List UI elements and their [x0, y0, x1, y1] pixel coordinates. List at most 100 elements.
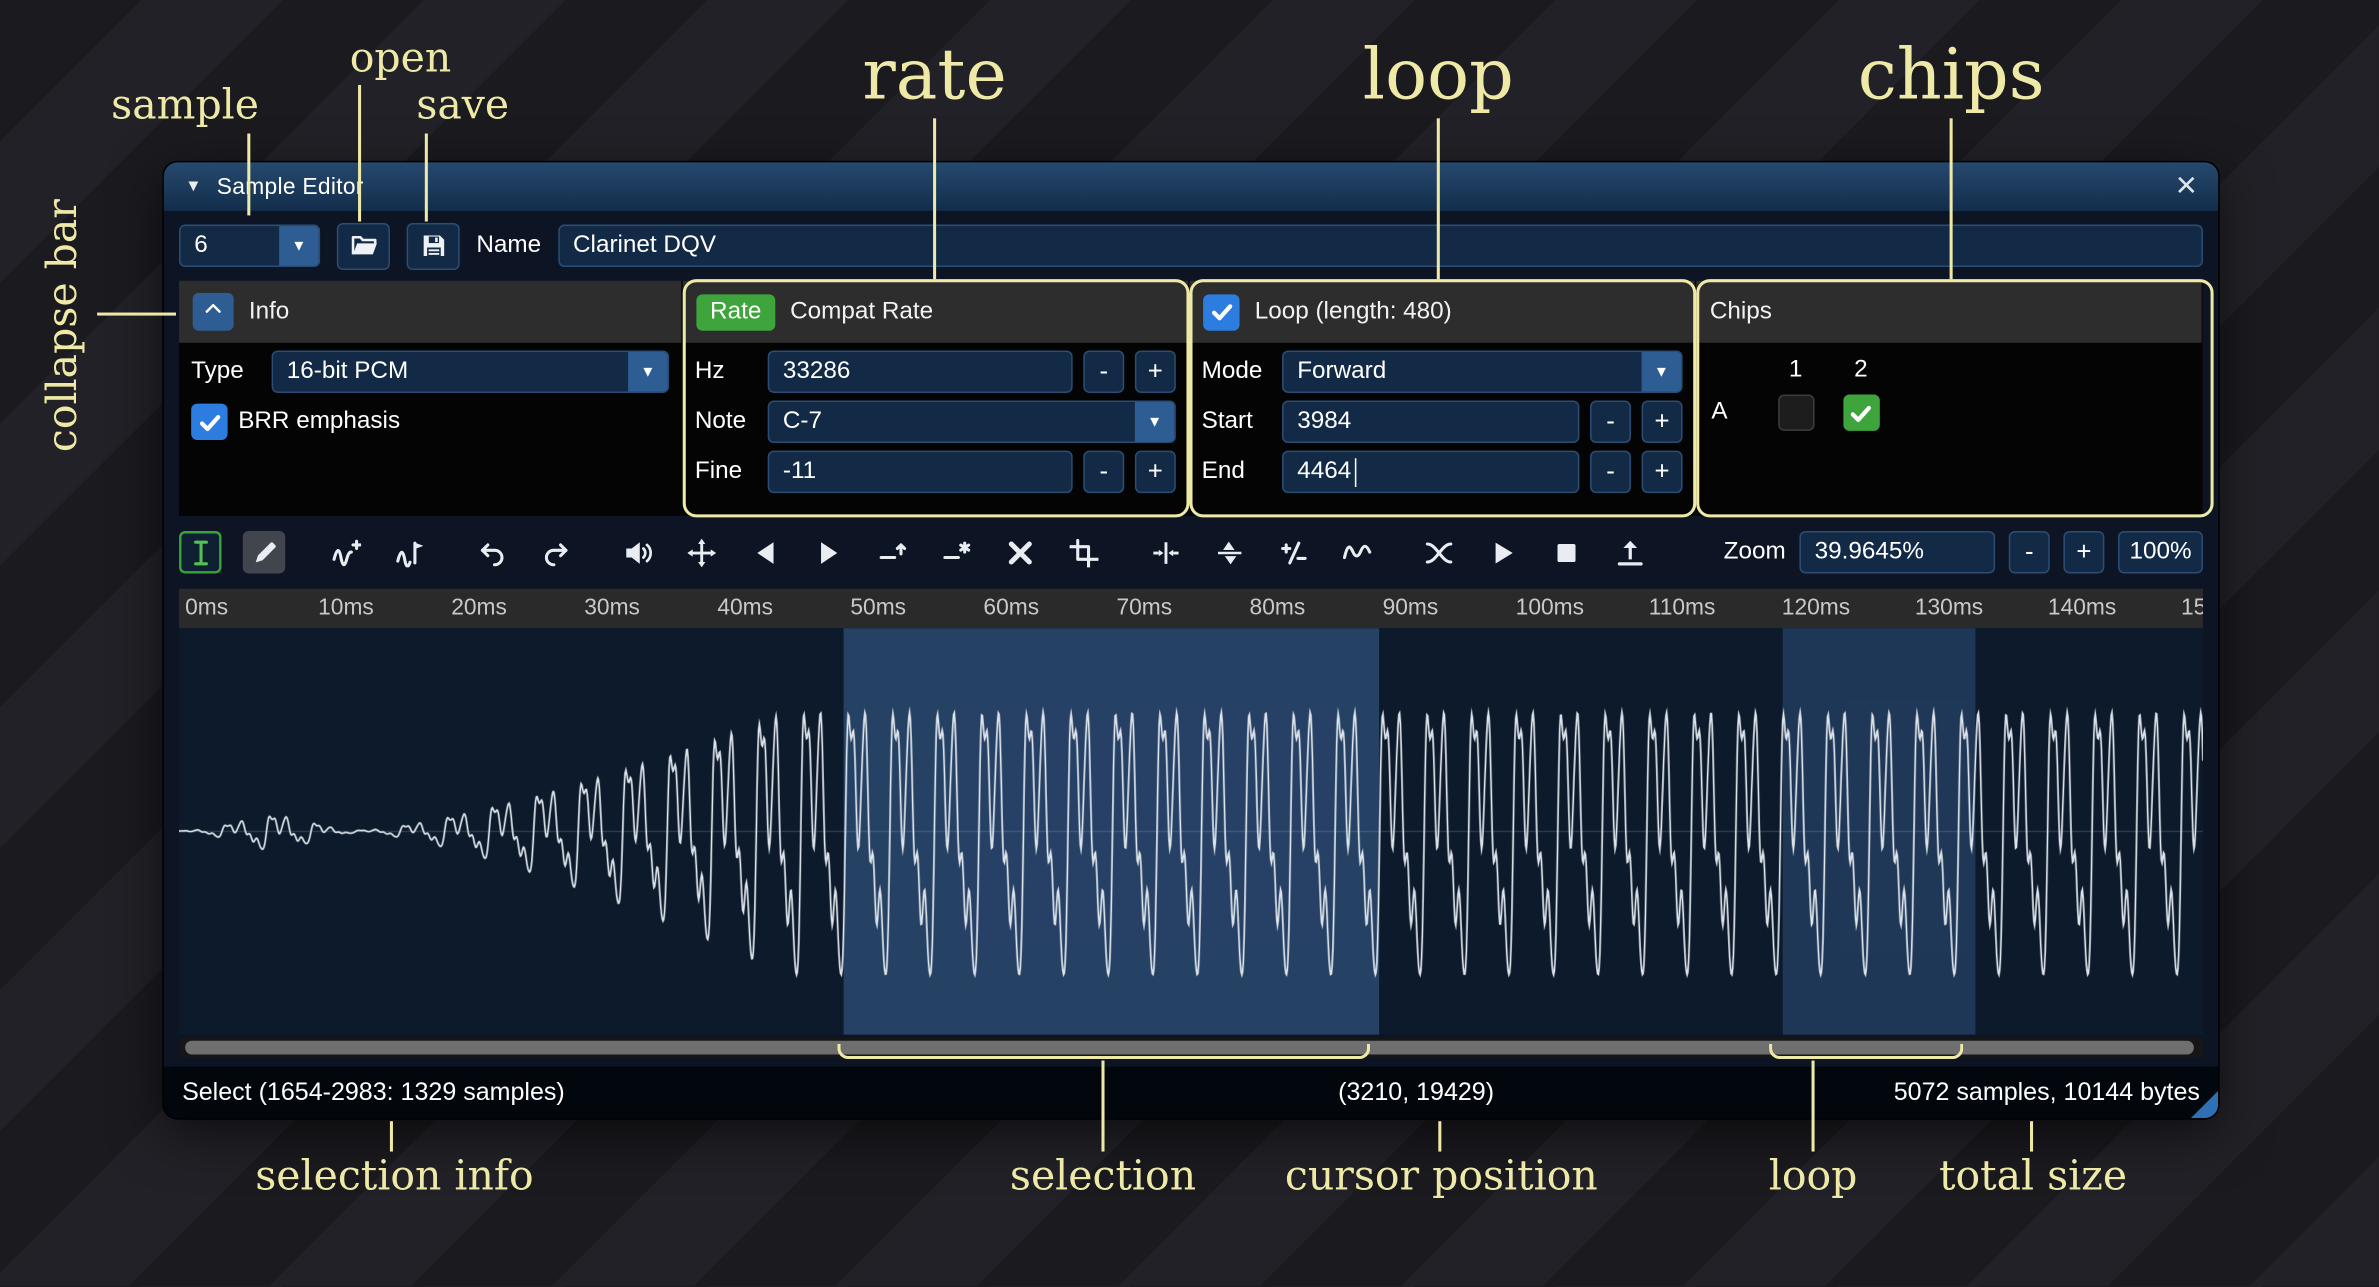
undo-button[interactable] — [470, 531, 512, 573]
insert-silence-button[interactable] — [871, 531, 913, 573]
fine-plus-button[interactable]: + — [1135, 451, 1176, 493]
import-button[interactable] — [1608, 531, 1650, 573]
chip-a-2-checkbox[interactable] — [1843, 394, 1879, 430]
type-select[interactable]: 16-bit PCM ▼ — [272, 350, 670, 392]
fine-label: Fine — [695, 458, 757, 485]
annotation-label-chips: chips — [1858, 33, 2045, 115]
annotation-label-loop: loop — [1363, 33, 1514, 115]
name-input[interactable]: Clarinet DQV — [558, 225, 2203, 267]
select-tool-button[interactable] — [179, 531, 221, 573]
dropdown-arrow-icon[interactable]: ▼ — [1642, 352, 1681, 391]
loop-mode-select[interactable]: Forward ▼ — [1282, 350, 1683, 392]
loop-panel: Loop (length: 480) Mode Forward ▼ Start … — [1189, 281, 1696, 516]
loop-start-plus-button[interactable]: + — [1642, 401, 1683, 443]
ruler-label: 30ms — [584, 595, 640, 621]
annotation-label-selection-info: selection info — [255, 1153, 534, 1200]
annotation-label-collapse-bar: collapse bar — [39, 185, 86, 452]
hz-minus-button[interactable]: - — [1083, 350, 1124, 392]
loop-panel-header: Loop (length: 480) — [1189, 281, 1694, 343]
status-bar: Select (1654-2983: 1329 samples) (3210, … — [164, 1067, 2218, 1119]
trim-button[interactable] — [1062, 531, 1104, 573]
resize-button[interactable] — [325, 531, 367, 573]
dropdown-arrow-icon[interactable]: ▼ — [1135, 402, 1174, 441]
window-title: Sample Editor — [217, 174, 364, 200]
selection-info-text: Select (1654-2983: 1329 samples) — [182, 1078, 565, 1107]
filter-button[interactable] — [1335, 531, 1377, 573]
waveform-area[interactable] — [179, 628, 2203, 1035]
fine-input[interactable]: -11 — [768, 451, 1073, 493]
close-button[interactable]: × — [2176, 168, 2197, 204]
sample-selector[interactable]: 6 ▼ — [179, 225, 320, 267]
annotation-label-open: open — [350, 35, 452, 82]
delete-button[interactable] — [998, 531, 1040, 573]
loop-panel-title: Loop (length: 480) — [1255, 298, 1452, 325]
note-label: Note — [695, 408, 757, 435]
chip-a-1-checkbox[interactable] — [1777, 394, 1813, 430]
timeline-ruler[interactable]: 0ms10ms20ms30ms40ms50ms60ms70ms80ms90ms1… — [179, 589, 2203, 628]
amplify-button[interactable] — [616, 531, 658, 573]
chevron-up-icon — [202, 297, 225, 327]
annotation-label-selection: selection — [1010, 1153, 1196, 1200]
loop-start-input[interactable]: 3984 — [1282, 401, 1579, 443]
normalize-button[interactable] — [680, 531, 722, 573]
fade-in-button[interactable] — [743, 531, 785, 573]
save-button[interactable] — [407, 222, 460, 269]
info-panel-header: Info — [179, 281, 681, 343]
loop-end-input[interactable]: 4464 — [1282, 451, 1579, 493]
reverse-button[interactable] — [1144, 531, 1186, 573]
hz-plus-button[interactable]: + — [1135, 350, 1176, 392]
ruler-label: 0ms — [185, 595, 228, 621]
ruler-label: 150ms — [2181, 595, 2203, 621]
note-select-value: C-7 — [769, 402, 1135, 441]
rate-panel-title: Compat Rate — [790, 298, 933, 325]
loop-enable-checkbox[interactable] — [1203, 294, 1239, 330]
fine-minus-button[interactable]: - — [1083, 451, 1124, 493]
ruler-label: 90ms — [1383, 595, 1439, 621]
zoom-reset-button[interactable]: 100% — [2118, 531, 2203, 573]
redo-button[interactable] — [534, 531, 576, 573]
draw-tool-button[interactable] — [243, 531, 285, 573]
toolbar-group — [1417, 531, 1651, 573]
waveform-scrollbar[interactable] — [179, 1038, 2203, 1058]
speaker-icon — [623, 538, 652, 567]
loop-mode-label: Mode — [1202, 358, 1272, 385]
apply-silence-button[interactable] — [935, 531, 977, 573]
loop-end-minus-button[interactable]: - — [1590, 451, 1631, 493]
collapse-info-button[interactable] — [193, 293, 234, 331]
preview-play-button[interactable] — [1481, 531, 1523, 573]
zoom-plus-button[interactable]: + — [2063, 531, 2104, 573]
invert-button[interactable] — [1208, 531, 1250, 573]
window-collapse-icon[interactable]: ▼ — [185, 178, 202, 196]
fade-out-button[interactable] — [807, 531, 849, 573]
zoom-minus-button[interactable]: - — [2009, 531, 2050, 573]
scrollbar-thumb[interactable] — [185, 1041, 2194, 1055]
hz-input[interactable]: 33286 — [768, 350, 1073, 392]
brr-emphasis-checkbox[interactable] — [191, 404, 227, 440]
rate-badge[interactable]: Rate — [696, 294, 775, 330]
undo-icon — [477, 538, 506, 567]
loop-start-minus-button[interactable]: - — [1590, 401, 1631, 443]
preview-stop-button[interactable] — [1545, 531, 1587, 573]
crossfade-button[interactable] — [1417, 531, 1459, 573]
chip-row-a-label: A — [1708, 399, 1763, 426]
dropdown-arrow-icon[interactable]: ▼ — [628, 352, 667, 391]
controls-row: 6 ▼ Name Clarinet DQV — [164, 211, 2218, 281]
play-icon — [1488, 538, 1517, 567]
loop-end-plus-button[interactable]: + — [1642, 451, 1683, 493]
loop-mode-value: Forward — [1284, 352, 1642, 391]
dropdown-arrow-icon[interactable]: ▼ — [279, 226, 318, 265]
ruler-label: 10ms — [318, 595, 374, 621]
sign-convert-button[interactable] — [1271, 531, 1313, 573]
text-cursor — [1354, 457, 1356, 486]
note-select[interactable]: C-7 ▼ — [768, 401, 1176, 443]
type-select-value: 16-bit PCM — [273, 352, 628, 391]
invert-icon — [1215, 538, 1244, 567]
annotation-line-cursor-position — [1438, 1121, 1442, 1151]
arrows-icon — [687, 538, 716, 567]
zoom-input[interactable]: 39.9645% — [1799, 531, 1995, 573]
sign-icon — [1278, 538, 1307, 567]
delete-icon — [1005, 538, 1034, 567]
annotation-label-total-size: total size — [1939, 1153, 2127, 1200]
resample-button[interactable] — [388, 531, 430, 573]
open-button[interactable] — [337, 222, 390, 269]
